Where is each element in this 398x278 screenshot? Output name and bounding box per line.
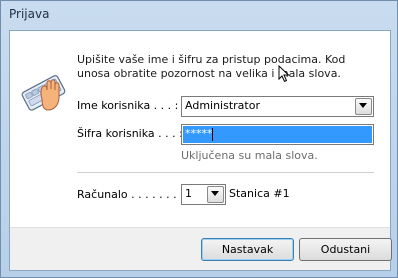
password-label: Šifra korisnika . . . : xyxy=(77,127,183,140)
computer-label: Računalo . . . . . . . : xyxy=(77,188,184,201)
computer-dropdown-button[interactable] xyxy=(207,186,224,203)
password-field[interactable]: ***** xyxy=(181,124,374,145)
username-label: Ime korisnika . . . : xyxy=(77,99,179,112)
cancel-button[interactable]: Odustani xyxy=(299,238,392,261)
password-value: ***** xyxy=(185,127,213,140)
station-label: Stanica #1 xyxy=(229,187,290,200)
username-combobox[interactable]: Administrator xyxy=(181,96,374,117)
computer-value: 1 xyxy=(185,187,192,200)
chevron-down-icon xyxy=(211,191,219,196)
instructions-text: Upišite vaše ime i šifru za pristup poda… xyxy=(77,53,346,80)
text-caret xyxy=(212,128,213,141)
chevron-down-icon xyxy=(359,103,367,108)
username-value: Administrator xyxy=(185,99,260,112)
computer-combobox[interactable]: 1 xyxy=(181,184,226,205)
username-dropdown-button[interactable] xyxy=(355,98,372,115)
keyboard-hand-icon xyxy=(21,75,66,111)
login-dialog-window: Prijava Upišite vaše ime i šifru za pris… xyxy=(0,0,398,278)
dialog-body: Upišite vaše ime i šifru za pristup poda… xyxy=(9,30,392,271)
mouse-cursor-icon xyxy=(278,65,290,83)
dialog-footer: Nastavak Odustani xyxy=(10,227,392,270)
continue-button[interactable]: Nastavak xyxy=(201,238,294,261)
window-title: Prijava xyxy=(9,7,50,21)
title-bar[interactable]: Prijava xyxy=(1,1,397,29)
divider xyxy=(77,172,374,173)
caps-lock-notice: Uključena su mala slova. xyxy=(181,149,318,162)
